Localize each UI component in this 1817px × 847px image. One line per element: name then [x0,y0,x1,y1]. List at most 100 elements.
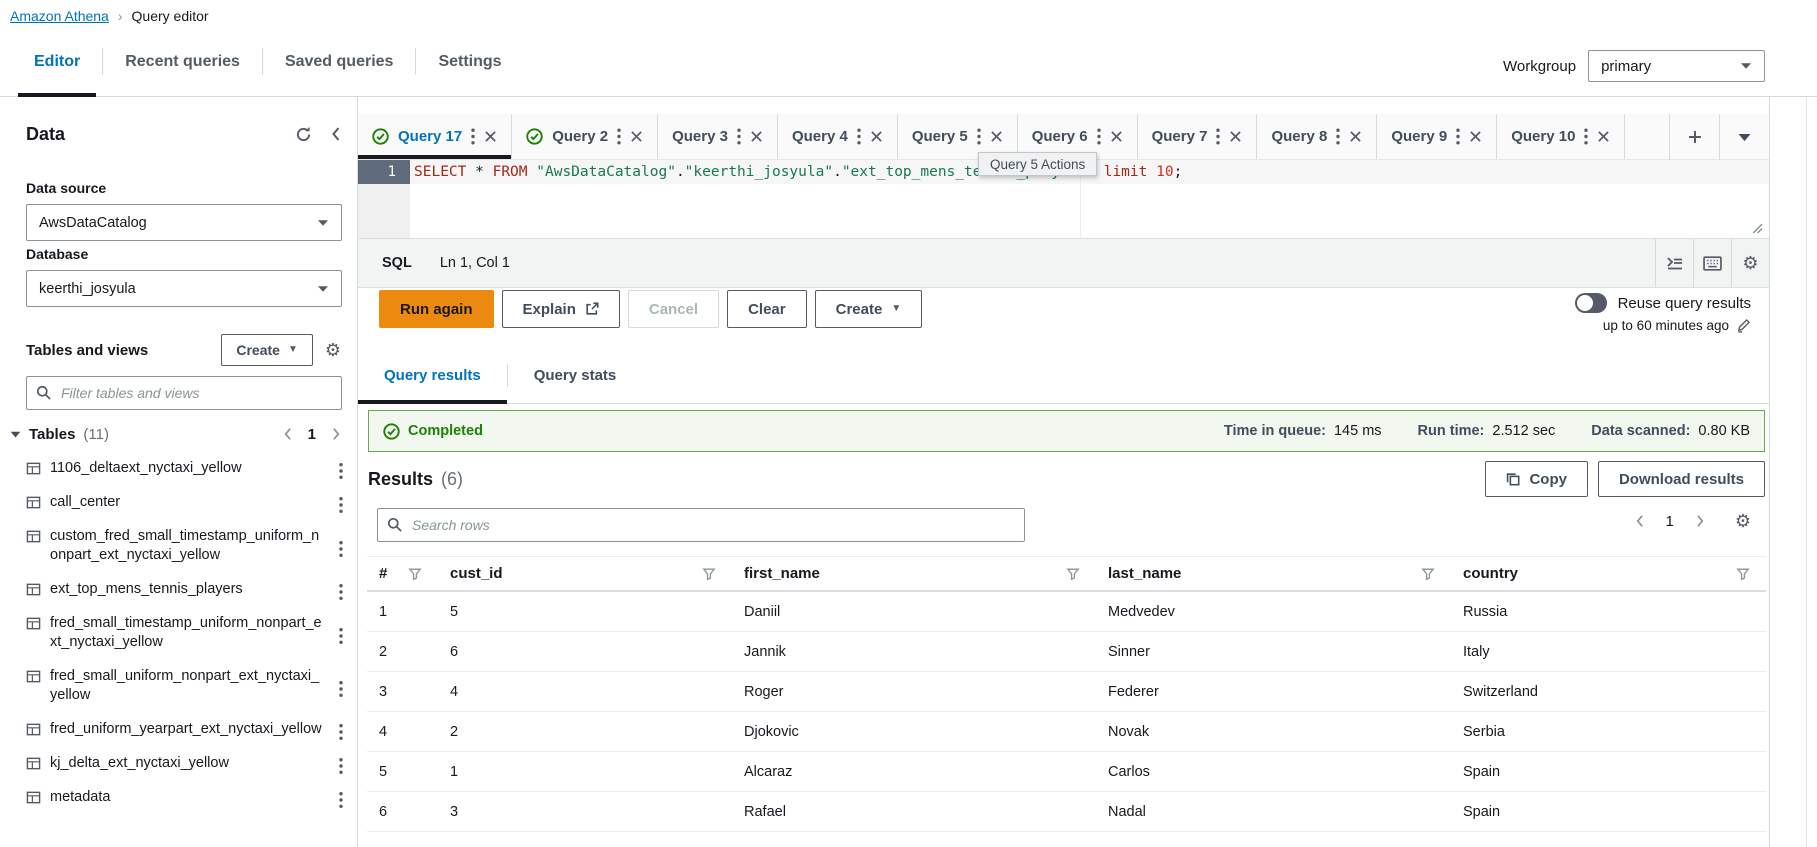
new-query-tab-button[interactable] [1669,114,1719,160]
query-tab-query-2[interactable]: Query 2 [512,114,658,159]
query-tab-actions-kebab-icon[interactable] [1097,128,1101,145]
query-tab-actions-kebab-icon[interactable] [1456,128,1460,145]
breadcrumb-athena-link[interactable]: Amazon Athena [10,8,109,24]
query-tab-query-8[interactable]: Query 8 [1257,114,1377,159]
refresh-icon[interactable] [295,126,312,143]
tables-page-number[interactable]: 1 [308,426,316,443]
tables-settings-gear-icon[interactable]: ⚙ [325,341,341,359]
results-page-number[interactable]: 1 [1666,513,1674,530]
page-next-icon[interactable] [1696,514,1705,528]
reuse-results-toggle[interactable] [1575,293,1607,313]
tab-query-stats[interactable]: Query stats [508,348,643,403]
tab-recent-queries[interactable]: Recent queries [103,40,262,97]
page-prev-icon[interactable] [1635,514,1644,528]
column-header-country[interactable]: country [1451,557,1766,590]
tab-settings[interactable]: Settings [416,40,523,97]
results-settings-gear-icon[interactable]: ⚙ [1735,512,1751,530]
page-prev-icon[interactable] [283,427,292,441]
query-tab-query-7[interactable]: Query 7 [1138,114,1258,159]
table-actions-kebab-icon[interactable] [339,584,343,601]
table-actions-kebab-icon[interactable] [339,724,343,741]
explain-button[interactable]: Explain [502,290,620,328]
query-tab-actions-kebab-icon[interactable] [471,128,475,145]
column-header--[interactable]: # [367,557,438,590]
tab-editor[interactable]: Editor [12,40,102,97]
close-tab-icon[interactable] [1349,130,1362,143]
keyboard-shortcuts-icon[interactable] [1693,239,1731,287]
tables-pagination: 1 [283,426,341,443]
filter-funnel-icon[interactable] [702,567,716,581]
column-header-last-name[interactable]: last_name [1096,557,1451,590]
table-actions-kebab-icon[interactable] [339,680,343,697]
table-cell: 2 [367,632,438,671]
sidebar-table-item[interactable]: custom_fred_small_timestamp_uniform_nonp… [0,520,357,573]
tab-saved-queries[interactable]: Saved queries [263,40,416,97]
query-tab-actions-kebab-icon[interactable] [617,128,621,145]
sidebar-table-item[interactable]: kj_delta_ext_nyctaxi_yellow [0,747,357,781]
search-rows-input[interactable] [377,508,1025,542]
close-tab-icon[interactable] [750,130,763,143]
filter-funnel-icon[interactable] [1421,567,1435,581]
table-actions-kebab-icon[interactable] [339,497,343,514]
page-next-icon[interactable] [332,427,341,441]
sidebar-table-item[interactable]: fred_uniform_yearpart_ext_nyctaxi_yellow [0,713,357,747]
editor-settings-gear-icon[interactable]: ⚙ [1731,239,1769,287]
query-tab-actions-kebab-icon[interactable] [737,128,741,145]
query-tabs-overflow-button[interactable] [1719,114,1769,160]
data-source-select[interactable]: AwsDataCatalog [26,204,342,241]
table-actions-kebab-icon[interactable] [339,540,343,557]
sidebar-table-item[interactable]: fred_small_uniform_nonpart_ext_nyctaxi_y… [0,660,357,713]
clear-button[interactable]: Clear [727,290,807,328]
database-select[interactable]: keerthi_josyula [26,270,342,307]
sidebar-table-item[interactable]: 1106_deltaext_nyctaxi_yellow [0,452,357,486]
sidebar-table-item[interactable]: call_center [0,486,357,520]
format-query-icon[interactable] [1655,239,1693,287]
query-tab-query-4[interactable]: Query 4 [778,114,898,159]
close-tab-icon[interactable] [1229,130,1242,143]
sidebar-table-item[interactable]: metadata [0,781,357,815]
caret-down-icon[interactable] [10,431,21,438]
run-again-button[interactable]: Run again [379,290,494,328]
cancel-button[interactable]: Cancel [628,290,719,328]
query-tab-query-10[interactable]: Query 10 [1497,114,1625,159]
query-tab-query-17[interactable]: Query 17 [358,114,512,159]
close-tab-icon[interactable] [870,130,883,143]
query-tab-actions-kebab-icon[interactable] [857,128,861,145]
table-actions-kebab-icon[interactable] [339,463,343,480]
close-tab-icon[interactable] [630,130,643,143]
close-tab-icon[interactable] [1597,130,1610,143]
query-tab-actions-kebab-icon[interactable] [1584,128,1588,145]
filter-funnel-icon[interactable] [1066,567,1080,581]
collapse-panel-icon[interactable] [330,126,341,142]
table-actions-kebab-icon[interactable] [339,758,343,775]
table-actions-kebab-icon[interactable] [339,627,343,644]
edit-pencil-icon[interactable] [1736,318,1751,333]
query-tab-actions-kebab-icon[interactable] [1216,128,1220,145]
column-header-cust-id[interactable]: cust_id [438,557,732,590]
editor-resize-handle-icon[interactable] [1750,221,1763,234]
workgroup-select[interactable]: primary [1588,50,1765,82]
filter-tables-input[interactable] [26,376,342,410]
column-header-first-name[interactable]: first_name [732,557,1096,590]
close-tab-icon[interactable] [1469,130,1482,143]
page-scrollbar[interactable] [1806,0,1807,847]
close-tab-icon[interactable] [1110,130,1123,143]
download-results-button[interactable]: Download results [1598,461,1765,497]
table-cell: 1 [438,752,732,791]
filter-funnel-icon[interactable] [1736,567,1750,581]
query-tab-actions-kebab-icon[interactable] [1336,128,1340,145]
create-dropdown-button[interactable]: Create ▼ [815,290,923,328]
table-actions-kebab-icon[interactable] [339,792,343,809]
query-tab-actions-kebab-icon[interactable] [977,128,981,145]
query-tab-query-9[interactable]: Query 9 [1377,114,1497,159]
tab-query-results[interactable]: Query results [358,348,507,403]
sidebar-table-item[interactable]: fred_small_timestamp_uniform_nonpart_ext… [0,607,357,660]
sidebar-table-item[interactable]: ext_top_mens_tennis_players [0,573,357,607]
query-tab-query-3[interactable]: Query 3 [658,114,778,159]
create-button[interactable]: Create ▼ [221,334,313,366]
copy-button[interactable]: Copy [1485,461,1588,497]
column-header-label: last_name [1108,565,1181,582]
close-tab-icon[interactable] [990,130,1003,143]
filter-funnel-icon[interactable] [408,567,422,581]
close-tab-icon[interactable] [484,130,497,143]
